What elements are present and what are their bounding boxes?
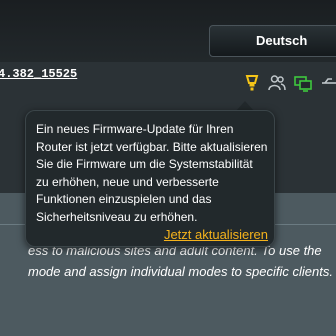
firmware-update-tooltip: Ein neues Firmware-Update für Ihren Rout… <box>25 110 275 247</box>
users-icon[interactable] <box>268 74 286 92</box>
language-button[interactable]: Deutsch <box>209 25 336 57</box>
usb-icon[interactable] <box>320 74 336 92</box>
update-now-link[interactable]: Jetzt aktualisieren <box>164 227 268 242</box>
tooltip-message: Ein neues Firmware-Update für Ihren Rout… <box>36 122 268 224</box>
firmware-update-icon[interactable] <box>243 74 261 92</box>
network-monitor-icon[interactable] <box>294 74 312 92</box>
description-line-2: mode and assign individual modes to spec… <box>28 264 333 279</box>
firmware-version-link[interactable]: 4.382_15525 <box>0 67 77 81</box>
